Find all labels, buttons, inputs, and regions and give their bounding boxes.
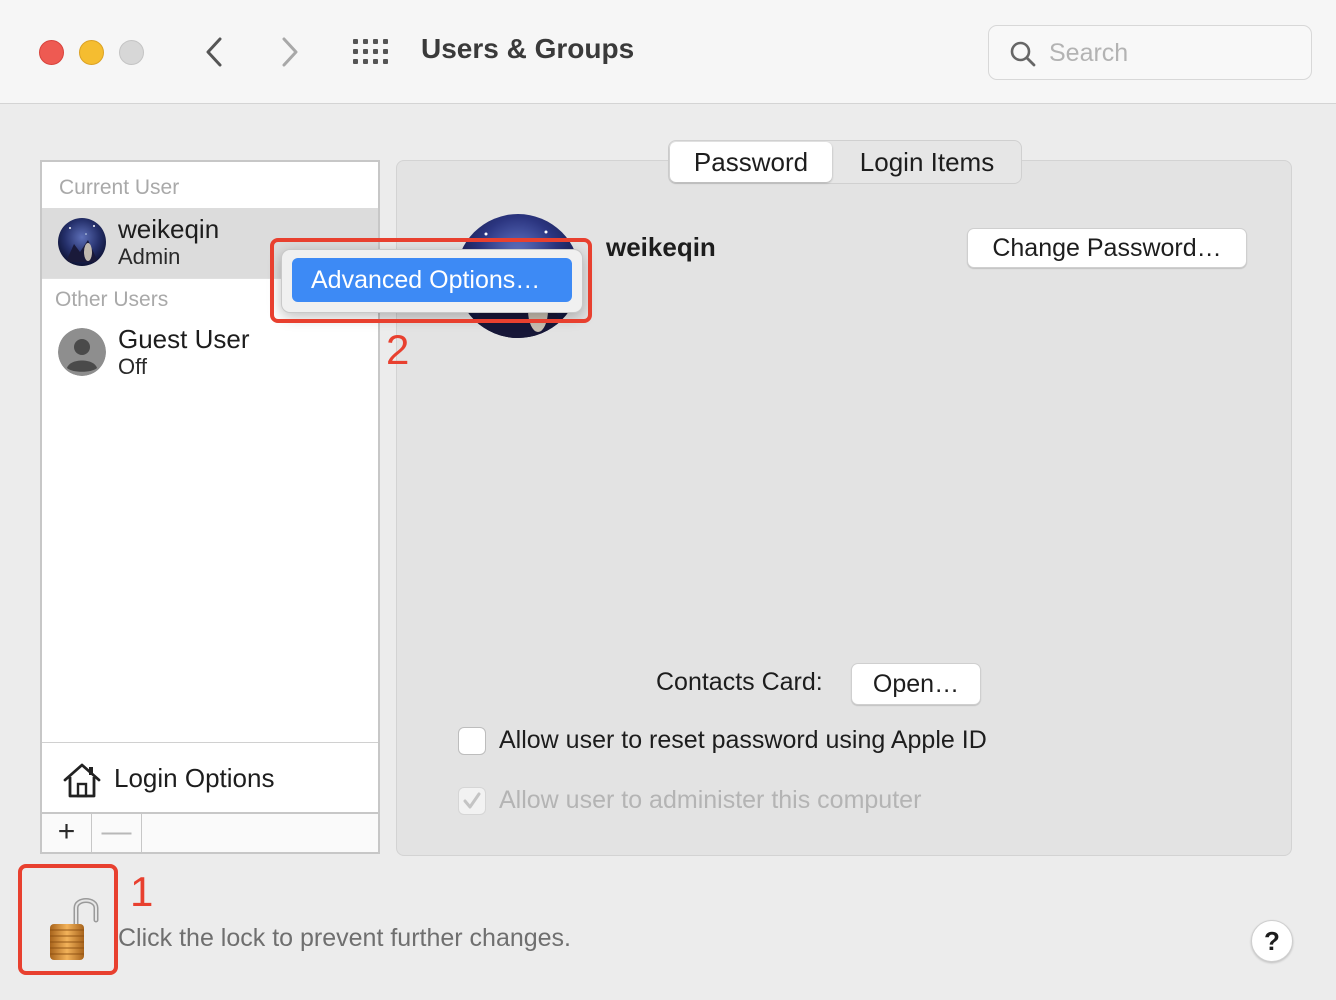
remove-user-button[interactable]: —	[92, 814, 142, 852]
profile-name: weikeqin	[606, 232, 716, 262]
annotation-box-2	[270, 238, 592, 323]
avatar	[58, 218, 106, 266]
tab-password[interactable]: Password	[670, 142, 832, 182]
add-user-button[interactable]: +	[42, 814, 92, 852]
checkmark-icon	[463, 792, 481, 809]
user-role: Off	[118, 354, 147, 379]
chevron-right-icon	[282, 37, 298, 67]
back-button[interactable]	[198, 34, 232, 70]
chevron-left-icon	[206, 37, 222, 67]
search-icon	[1010, 41, 1036, 67]
user-row-guest[interactable]: Guest User Off	[42, 318, 378, 388]
help-button[interactable]: ?	[1251, 920, 1293, 962]
reset-password-label: Allow user to reset password using Apple…	[499, 726, 987, 754]
user-name: Guest User	[118, 324, 250, 354]
reset-password-checkbox[interactable]	[458, 727, 486, 755]
contacts-card-label: Contacts Card:	[656, 668, 823, 696]
login-options-item[interactable]: Login Options	[42, 742, 378, 812]
open-contacts-button[interactable]: Open…	[851, 663, 981, 705]
annotation-number-1: 1	[130, 868, 154, 915]
lock-status-text: Click the lock to prevent further change…	[118, 924, 572, 952]
show-all-button[interactable]	[352, 38, 390, 66]
tab-bar: Password Login Items	[668, 140, 1022, 184]
window-title: Users & Groups	[421, 33, 635, 64]
lock-icon[interactable]	[46, 894, 102, 962]
administer-checkbox[interactable]	[458, 787, 486, 815]
close-window-button[interactable]	[39, 40, 64, 65]
user-name: weikeqin	[118, 214, 220, 244]
annotation-number-2: 2	[386, 326, 410, 373]
guest-avatar-icon	[58, 328, 106, 376]
sidebar-toolbar: + —	[42, 812, 378, 852]
search-input[interactable]	[1049, 34, 1299, 72]
other-users-header: Other Users	[55, 288, 169, 311]
grid-icon	[353, 39, 388, 64]
current-user-header: Current User	[59, 176, 180, 199]
tab-login-items[interactable]: Login Items	[837, 142, 1017, 182]
house-icon	[63, 763, 101, 798]
administer-label: Allow user to administer this computer	[499, 786, 922, 814]
title-bar: Users & Groups	[0, 0, 1336, 104]
forward-button[interactable]	[272, 34, 306, 70]
search-field[interactable]	[988, 25, 1312, 80]
user-role: Admin	[118, 244, 181, 269]
change-password-button[interactable]: Change Password…	[967, 228, 1247, 268]
login-options-label: Login Options	[114, 763, 275, 793]
minimize-window-button[interactable]	[79, 40, 104, 65]
zoom-window-button[interactable]	[119, 40, 144, 65]
